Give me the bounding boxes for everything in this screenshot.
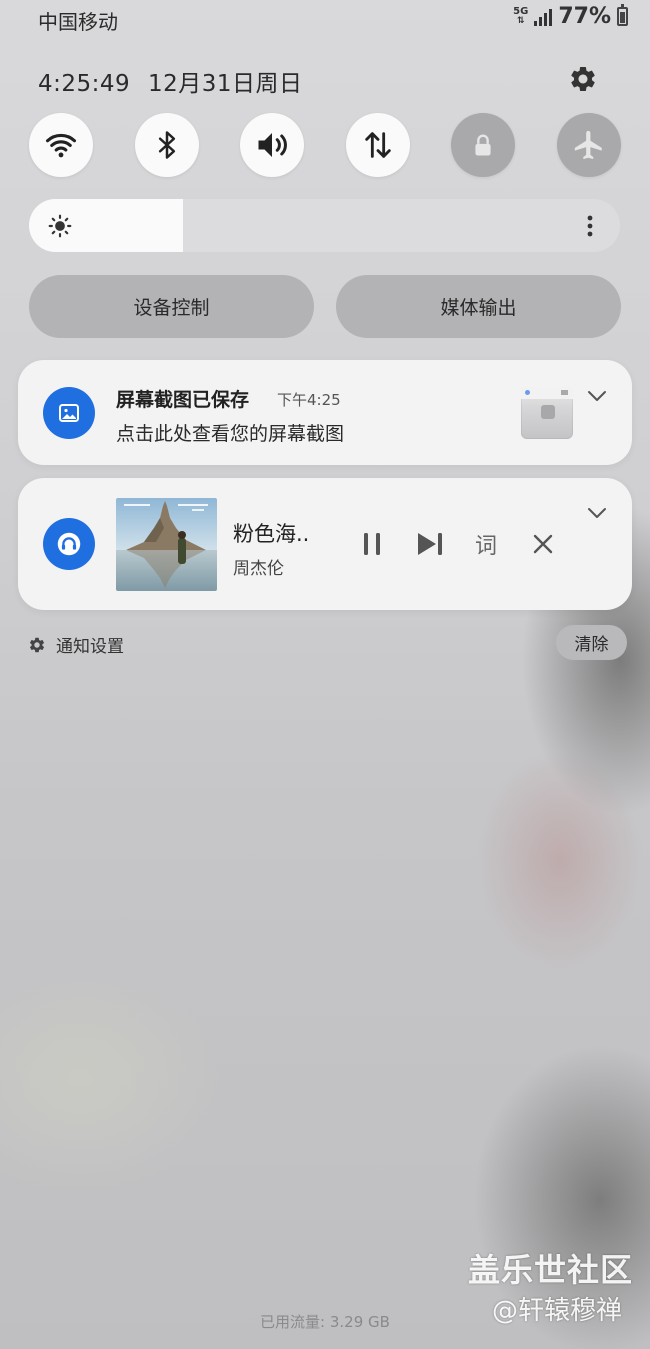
data-usage-text: 已用流量: 3.29 GB <box>260 1313 390 1331</box>
sound-toggle[interactable] <box>240 113 305 177</box>
close-button[interactable] <box>527 528 559 560</box>
music-notification[interactable]: 粉色海.. 周杰伦 词 <box>18 478 632 610</box>
lock-icon <box>475 134 491 156</box>
image-icon <box>59 404 79 422</box>
sun-icon <box>48 214 72 238</box>
bluetooth-toggle[interactable] <box>134 113 199 177</box>
pause-button[interactable] <box>356 528 388 560</box>
song-title: 粉色海.. <box>233 522 310 546</box>
skip-next-icon <box>418 533 442 555</box>
music-app-icon <box>43 518 95 570</box>
screenshot-thumbnail[interactable] <box>521 387 573 439</box>
clock-date: 4:25:49 12月31日周日 <box>38 64 303 98</box>
airplane-mode-toggle[interactable] <box>556 113 621 177</box>
gear-icon <box>29 637 45 652</box>
media-output-button[interactable]: 媒体输出 <box>336 275 621 338</box>
notification-settings-link[interactable]: 通知设置 <box>28 632 124 657</box>
album-cover-image <box>116 498 217 591</box>
watermark-community: 盖乐世社区 <box>468 1251 634 1289</box>
headphones-icon <box>57 532 81 556</box>
pause-icon <box>364 533 380 555</box>
next-track-button[interactable] <box>414 528 446 560</box>
wifi-toggle[interactable] <box>29 113 93 177</box>
bluetooth-icon <box>158 131 175 159</box>
album-art[interactable] <box>116 498 217 591</box>
notification-body: 点击此处查看您的屏幕截图 <box>116 423 345 445</box>
clock-time: 4:25:49 <box>38 71 131 97</box>
screenshot-notification[interactable]: 屏幕截图已保存 下午4:25 点击此处查看您的屏幕截图 <box>18 360 632 465</box>
gear-icon <box>571 67 595 91</box>
carrier-name: 中国移动 <box>38 10 118 34</box>
chevron-down-icon[interactable] <box>586 506 608 520</box>
clock-date-text: 12月31日周日 <box>147 71 303 97</box>
settings-button[interactable] <box>564 60 602 98</box>
lyrics-button[interactable]: 词 <box>470 528 502 560</box>
airplane-icon <box>574 130 602 160</box>
signal-strength-icon <box>534 8 553 26</box>
network-5g-icon: 5G ⇅ <box>513 7 528 26</box>
data-arrows-icon: ⇅ <box>516 16 525 26</box>
volume-icon <box>258 133 288 157</box>
mobile-data-toggle[interactable] <box>345 113 410 177</box>
battery-icon <box>617 4 628 26</box>
wifi-icon <box>45 133 77 158</box>
artist-name: 周杰伦 <box>233 559 284 579</box>
notification-title: 屏幕截图已保存 <box>116 389 250 411</box>
data-transfer-icon <box>365 132 391 158</box>
close-icon <box>533 534 553 554</box>
clear-all-button[interactable]: 清除 <box>556 625 627 660</box>
brightness-slider[interactable] <box>29 199 620 252</box>
chevron-down-icon[interactable] <box>586 389 608 403</box>
device-control-button[interactable]: 设备控制 <box>29 275 314 338</box>
notification-time: 下午4:25 <box>277 391 341 409</box>
battery-percent: 77% <box>558 4 611 29</box>
rotation-lock-toggle[interactable] <box>451 113 516 177</box>
status-icons: 5G ⇅ 77% <box>513 4 628 29</box>
quick-settings-row <box>29 113 621 177</box>
gallery-app-icon <box>43 387 95 439</box>
more-options-icon[interactable] <box>578 211 602 241</box>
notification-settings-label: 通知设置 <box>56 637 124 657</box>
